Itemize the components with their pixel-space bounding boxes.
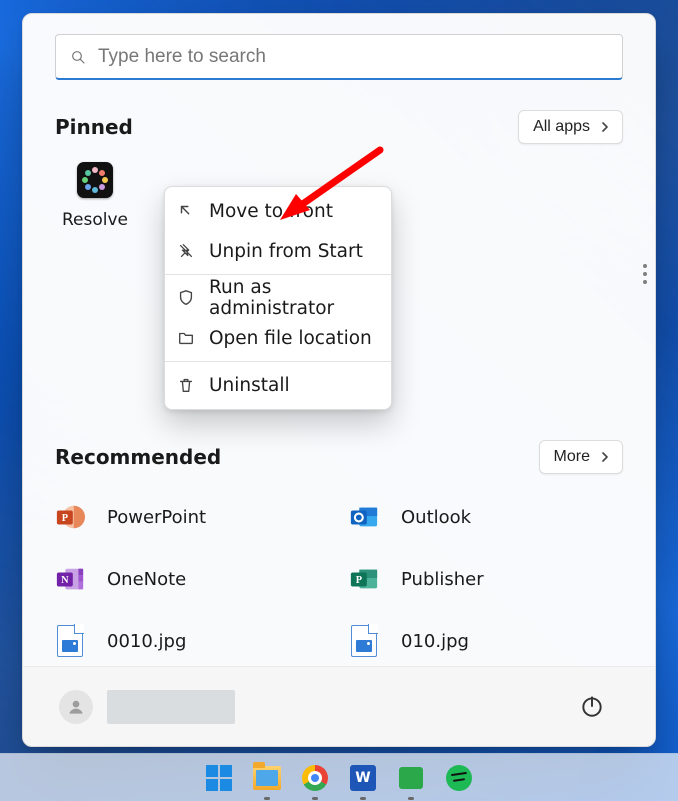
context-menu-move-to-front[interactable]: Move to front [165, 191, 391, 231]
image-file-icon [55, 626, 85, 656]
taskbar-messages[interactable] [396, 763, 426, 793]
taskbar: W [0, 753, 678, 801]
recommended-item-label: OneNote [107, 569, 186, 590]
shield-icon [177, 289, 195, 307]
context-menu-separator [165, 361, 391, 362]
chrome-icon [302, 765, 328, 791]
recommended-item-outlook[interactable]: Outlook [349, 502, 623, 532]
context-menu: Move to front Unpin from Start Run as ad… [164, 186, 392, 410]
messages-icon [399, 767, 423, 789]
taskbar-word[interactable]: W [348, 763, 378, 793]
chevron-right-icon [600, 122, 610, 132]
recommended-item-label: 010.jpg [401, 631, 469, 652]
pinned-title: Pinned [55, 115, 133, 139]
recommended-item-label: 0010.jpg [107, 631, 186, 652]
pinned-page-indicator[interactable] [639, 260, 651, 288]
context-menu-separator [165, 274, 391, 275]
all-apps-label: All apps [533, 118, 590, 136]
image-file-icon [349, 626, 379, 656]
start-menu: Pinned All apps Resolve Move to front [22, 13, 656, 747]
taskbar-chrome[interactable] [300, 763, 330, 793]
context-menu-item-label: Open file location [209, 328, 372, 349]
file-explorer-icon [253, 766, 281, 790]
more-label: More [554, 448, 590, 466]
recommended-item-label: Publisher [401, 569, 484, 590]
recommended-title: Recommended [55, 445, 221, 469]
unpin-icon [177, 242, 195, 260]
user-name [107, 690, 235, 724]
recommended-item-publisher[interactable]: P Publisher [349, 564, 623, 594]
onenote-icon: N [55, 564, 85, 594]
recommended-item-label: Outlook [401, 507, 471, 528]
recommended-item-file[interactable]: 010.jpg [349, 626, 623, 656]
context-menu-item-label: Unpin from Start [209, 241, 363, 262]
recommended-item-file[interactable]: 0010.jpg [55, 626, 329, 656]
taskbar-spotify[interactable] [444, 763, 474, 793]
power-icon [579, 693, 605, 719]
search-input[interactable] [98, 46, 610, 68]
pinned-app-label: Resolve [41, 210, 149, 230]
avatar-icon [59, 690, 93, 724]
context-menu-item-label: Move to front [209, 201, 333, 222]
recommended-item-powerpoint[interactable]: P PowerPoint [55, 502, 329, 532]
svg-text:P: P [62, 513, 68, 524]
context-menu-open-file-location[interactable]: Open file location [165, 318, 391, 358]
all-apps-button[interactable]: All apps [518, 110, 623, 144]
folder-icon [177, 329, 195, 347]
search-box[interactable] [55, 34, 623, 80]
trash-icon [177, 376, 195, 394]
resolve-app-icon [77, 162, 113, 198]
search-icon [70, 49, 86, 65]
start-menu-footer [23, 666, 655, 746]
outlook-icon [349, 502, 379, 532]
windows-logo-icon [206, 765, 232, 791]
arrow-up-left-icon [177, 202, 195, 220]
context-menu-item-label: Run as administrator [209, 277, 379, 319]
publisher-icon: P [349, 564, 379, 594]
user-account-button[interactable] [59, 690, 235, 724]
pinned-app-resolve[interactable]: Resolve [41, 162, 149, 230]
svg-text:N: N [61, 575, 69, 586]
context-menu-uninstall[interactable]: Uninstall [165, 365, 391, 405]
taskbar-file-explorer[interactable] [252, 763, 282, 793]
spotify-icon [446, 765, 472, 791]
powerpoint-icon: P [55, 502, 85, 532]
context-menu-run-as-admin[interactable]: Run as administrator [165, 278, 391, 318]
context-menu-item-label: Uninstall [209, 375, 290, 396]
power-button[interactable] [579, 693, 607, 721]
taskbar-start-button[interactable] [204, 763, 234, 793]
more-button[interactable]: More [539, 440, 623, 474]
recommended-item-onenote[interactable]: N OneNote [55, 564, 329, 594]
word-icon: W [350, 765, 376, 791]
recommended-grid: P PowerPoint Outlook N OneNote P Publish… [55, 502, 623, 656]
pinned-grid: Resolve Move to front Unpin from Start R… [55, 162, 623, 412]
svg-text:P: P [356, 575, 362, 586]
recommended-item-label: PowerPoint [107, 507, 206, 528]
chevron-right-icon [600, 452, 610, 462]
context-menu-unpin[interactable]: Unpin from Start [165, 231, 391, 271]
